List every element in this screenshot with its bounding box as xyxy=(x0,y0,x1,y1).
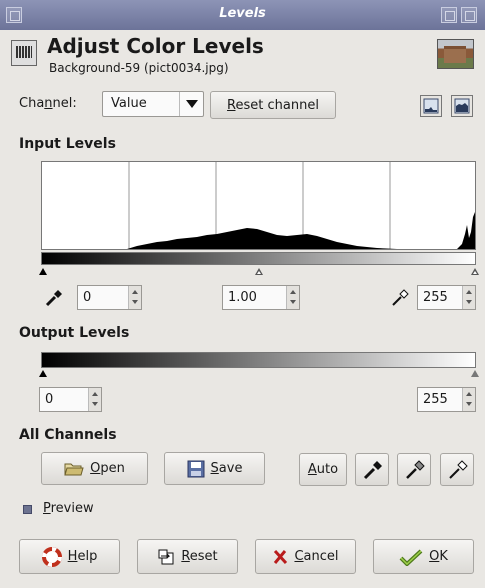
output-gradient-bar xyxy=(41,352,476,368)
input-low-handle[interactable] xyxy=(39,268,47,275)
output-low-value: 0 xyxy=(45,392,54,407)
reset-button[interactable]: Reset xyxy=(137,539,238,574)
pick-black-point-button[interactable] xyxy=(355,453,389,486)
input-levels-heading: Input Levels xyxy=(19,136,116,152)
cancel-x-icon xyxy=(274,549,288,564)
preview-label[interactable]: Preview xyxy=(43,501,94,516)
eyedropper-black-icon xyxy=(363,461,382,480)
save-button[interactable]: Save xyxy=(164,452,265,485)
input-gamma-value: 1.00 xyxy=(228,290,257,305)
input-low-spin[interactable]: 0 xyxy=(77,285,142,310)
pick-white-point-button[interactable] xyxy=(440,453,474,486)
output-low-handle[interactable] xyxy=(39,370,47,377)
output-low-spin[interactable]: 0 xyxy=(39,387,102,412)
preview-checkbox[interactable] xyxy=(23,505,32,514)
ok-check-icon xyxy=(399,549,423,566)
linear-histogram-button[interactable] xyxy=(420,95,442,117)
spin-arrows-icon[interactable] xyxy=(286,286,299,309)
output-high-spin[interactable]: 255 xyxy=(417,387,476,412)
spin-arrows-icon[interactable] xyxy=(462,388,475,411)
spin-arrows-icon[interactable] xyxy=(462,286,475,309)
channel-label: Channel: xyxy=(19,96,77,111)
input-gradient-bar xyxy=(41,252,476,265)
auto-button[interactable]: Auto xyxy=(299,453,347,486)
image-thumbnail xyxy=(437,39,474,69)
reset-icon xyxy=(158,549,174,564)
ok-button[interactable]: OK xyxy=(373,539,474,574)
window-title: Levels xyxy=(219,6,266,21)
lifebuoy-icon xyxy=(41,546,62,567)
all-channels-heading: All Channels xyxy=(19,427,117,443)
eyedropper-gray-icon xyxy=(406,460,425,479)
channel-select[interactable]: Value xyxy=(102,91,204,117)
open-button[interactable]: Open xyxy=(41,452,148,485)
histogram xyxy=(41,161,476,250)
cancel-button[interactable]: Cancel xyxy=(255,539,356,574)
help-button[interactable]: Help xyxy=(19,539,120,574)
channel-select-value: Value xyxy=(111,96,147,111)
input-high-handle[interactable] xyxy=(471,268,479,275)
spin-arrows-icon[interactable] xyxy=(88,388,101,411)
spin-arrows-icon[interactable] xyxy=(128,286,141,309)
eyedropper-white-icon xyxy=(392,289,409,306)
output-high-value: 255 xyxy=(423,392,448,407)
chevron-down-icon xyxy=(186,100,198,108)
output-high-handle[interactable] xyxy=(471,370,479,377)
black-point-picker-button[interactable] xyxy=(41,285,67,311)
linear-histogram-icon xyxy=(423,98,439,114)
channel-select-toggle[interactable] xyxy=(179,92,203,116)
output-levels-heading: Output Levels xyxy=(19,325,130,341)
reset-channel-button[interactable]: Reset channel xyxy=(210,91,336,119)
histogram-curve xyxy=(42,212,475,249)
dialog-subheading: Background-59 (pict0034.jpg) xyxy=(49,61,229,75)
input-low-value: 0 xyxy=(83,290,92,305)
floppy-disk-icon xyxy=(187,460,205,477)
folder-open-icon xyxy=(64,463,84,475)
log-histogram-icon xyxy=(454,98,470,114)
dialog-heading: Adjust Color Levels xyxy=(47,34,264,58)
close-button[interactable] xyxy=(461,7,477,23)
input-high-value: 255 xyxy=(423,290,448,305)
white-point-picker-button[interactable] xyxy=(387,285,413,311)
log-histogram-button[interactable] xyxy=(451,95,473,117)
pick-gray-point-button[interactable] xyxy=(397,453,431,486)
minimize-button[interactable] xyxy=(441,7,457,23)
input-high-spin[interactable]: 255 xyxy=(417,285,476,310)
levels-tool-icon xyxy=(11,40,37,66)
title-bar[interactable]: Levels xyxy=(0,0,485,30)
input-gamma-handle[interactable] xyxy=(255,268,263,275)
eyedropper-black-icon xyxy=(45,290,62,307)
eyedropper-white-icon xyxy=(449,460,468,479)
input-gamma-spin[interactable]: 1.00 xyxy=(222,285,300,310)
